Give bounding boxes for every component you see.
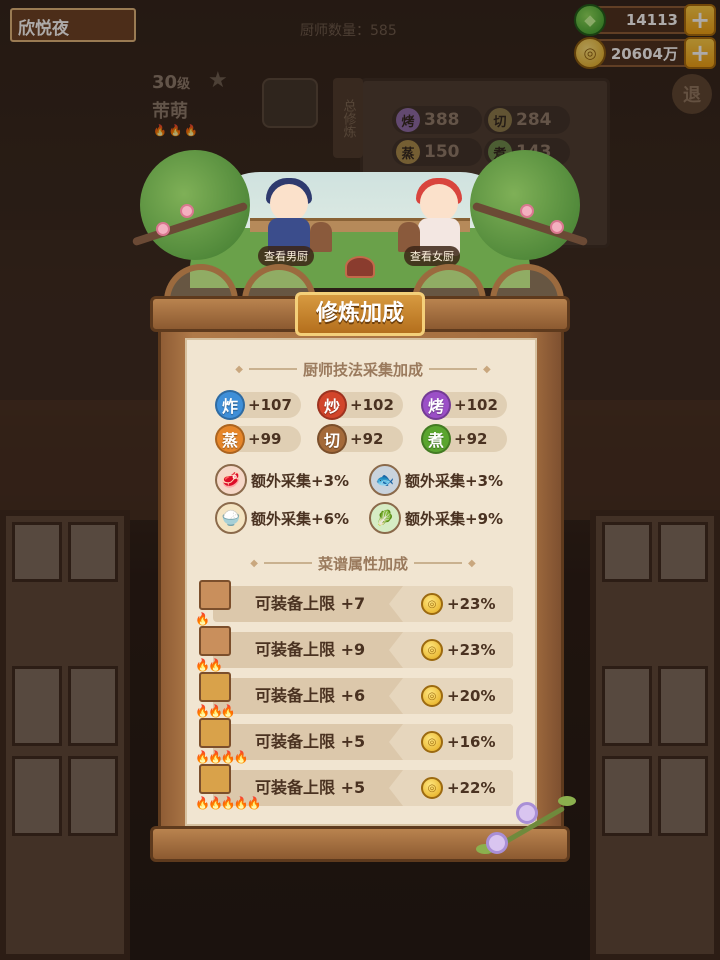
rarity-flames: 🔥 bbox=[195, 612, 210, 626]
skill-badge: 炸 bbox=[215, 390, 245, 420]
blossom-icon bbox=[180, 204, 194, 218]
recipe-limit-label: 可装备上限 +9 bbox=[255, 640, 366, 659]
recipe-bonus-row-1star: 🔥 可装备上限 +7 ◎ +23% bbox=[195, 580, 513, 626]
recipe-coin-bonus: +23% bbox=[447, 641, 496, 659]
coin-icon: ◎ bbox=[421, 731, 443, 753]
recipe-crate-icon: 🔥🔥🔥 bbox=[195, 672, 237, 718]
coin-icon: ◎ bbox=[421, 593, 443, 615]
skill-badge: 烤 bbox=[421, 390, 451, 420]
diamond-icon: ◆ bbox=[483, 363, 491, 375]
blossom-icon bbox=[156, 222, 170, 236]
bonus-meat: 🥩 额外采集+3% bbox=[215, 464, 349, 496]
coin-icon: ◎ bbox=[421, 777, 443, 799]
meat-icon: 🥩 bbox=[215, 464, 247, 496]
section-title: 厨师技法采集加成 bbox=[302, 360, 423, 379]
skill-cut: 切 +92 bbox=[317, 424, 403, 454]
recipe-coin-bonus: +16% bbox=[447, 733, 496, 751]
bonus-label: 额外采集+6% bbox=[251, 509, 350, 528]
recipe-crate-icon: 🔥🔥🔥🔥🔥 bbox=[195, 764, 262, 810]
recipe-crate-icon: 🔥🔥🔥🔥 bbox=[195, 718, 249, 764]
view-female-chefs-button[interactable]: 查看女厨 bbox=[404, 246, 460, 266]
diamond-icon: ◆ bbox=[250, 557, 258, 569]
blossom-icon bbox=[550, 220, 564, 234]
chef-header-scene: 查看男厨 查看女厨 bbox=[131, 150, 589, 308]
view-male-chefs-button[interactable]: 查看男厨 bbox=[258, 246, 314, 266]
flower-icon bbox=[486, 832, 508, 854]
coin-icon: ◎ bbox=[421, 685, 443, 707]
skill-badge: 蒸 bbox=[215, 424, 245, 454]
skill-steam: 蒸 +99 bbox=[215, 424, 301, 454]
skill-fry: 炸 +107 bbox=[215, 390, 301, 420]
bonus-grain: 🍚 额外采集+6% bbox=[215, 502, 349, 534]
flower-icon bbox=[516, 802, 538, 824]
section-header-recipe-bonus: ◆ 菜谱属性加成 ◆ bbox=[187, 552, 539, 574]
section-title: 菜谱属性加成 bbox=[317, 554, 408, 573]
bonus-vegetable: 🥬 额外采集+9% bbox=[369, 502, 503, 534]
skill-roast: 烤 +102 bbox=[421, 390, 507, 420]
skill-value: +102 bbox=[350, 396, 394, 414]
grain-icon: 🍚 bbox=[215, 502, 247, 534]
fish-icon: 🐟 bbox=[369, 464, 401, 496]
recipe-limit-label: 可装备上限 +6 bbox=[255, 686, 366, 705]
recipe-bonus-row-3star: 🔥🔥🔥 可装备上限 +6 ◎ +20% bbox=[195, 672, 513, 718]
skill-value: +107 bbox=[248, 396, 292, 414]
flower-branch-decoration bbox=[470, 788, 580, 878]
rarity-flames: 🔥🔥🔥🔥 bbox=[195, 750, 249, 764]
skill-value: +102 bbox=[454, 396, 498, 414]
leaf-icon bbox=[558, 796, 576, 806]
skill-badge: 煮 bbox=[421, 424, 451, 454]
recipe-coin-bonus: +20% bbox=[447, 687, 496, 705]
skill-boil: 煮 +92 bbox=[421, 424, 507, 454]
diamond-icon: ◆ bbox=[468, 557, 476, 569]
recipe-bonus-row-4star: 🔥🔥🔥🔥 可装备上限 +5 ◎ +16% bbox=[195, 718, 513, 764]
recipe-bonus-row-5star: 🔥🔥🔥🔥🔥 可装备上限 +5 ◎ +22% bbox=[195, 764, 513, 810]
coin-icon: ◎ bbox=[421, 639, 443, 661]
panel-body: ◆ 厨师技法采集加成 ◆ 炸 +107 炒 +102 烤 +102 蒸 +99 … bbox=[185, 338, 537, 826]
recipe-limit-label: 可装备上限 +5 bbox=[255, 778, 366, 797]
diamond-icon: ◆ bbox=[235, 363, 243, 375]
skill-badge: 切 bbox=[317, 424, 347, 454]
blossom-icon bbox=[520, 204, 534, 218]
recipe-limit-label: 可装备上限 +7 bbox=[255, 594, 366, 613]
skill-stir-fry: 炒 +102 bbox=[317, 390, 403, 420]
bonus-label: 额外采集+9% bbox=[405, 509, 504, 528]
panel-title: 修炼加成 bbox=[295, 292, 425, 336]
section-header-skill-bonus: ◆ 厨师技法采集加成 ◆ bbox=[187, 358, 539, 380]
center-emblem-icon bbox=[345, 256, 375, 278]
recipe-crate-icon: 🔥🔥 bbox=[195, 626, 237, 672]
recipe-limit-label: 可装备上限 +5 bbox=[255, 732, 366, 751]
skill-badge: 炒 bbox=[317, 390, 347, 420]
bonus-label: 额外采集+3% bbox=[405, 471, 504, 490]
rocking-horse-icon bbox=[310, 222, 332, 252]
bonus-fish: 🐟 额外采集+3% bbox=[369, 464, 503, 496]
vegetable-icon: 🥬 bbox=[369, 502, 401, 534]
recipe-crate-icon: 🔥 bbox=[195, 580, 237, 626]
skill-value: +99 bbox=[248, 430, 282, 448]
rarity-flames: 🔥🔥🔥 bbox=[195, 704, 236, 718]
bonus-label: 额外采集+3% bbox=[251, 471, 350, 490]
skill-value: +92 bbox=[454, 430, 488, 448]
recipe-bonus-row-2star: 🔥🔥 可装备上限 +9 ◎ +23% bbox=[195, 626, 513, 672]
recipe-coin-bonus: +23% bbox=[447, 595, 496, 613]
rarity-flames: 🔥🔥 bbox=[195, 658, 223, 672]
skill-value: +92 bbox=[350, 430, 384, 448]
rarity-flames: 🔥🔥🔥🔥🔥 bbox=[195, 796, 262, 810]
